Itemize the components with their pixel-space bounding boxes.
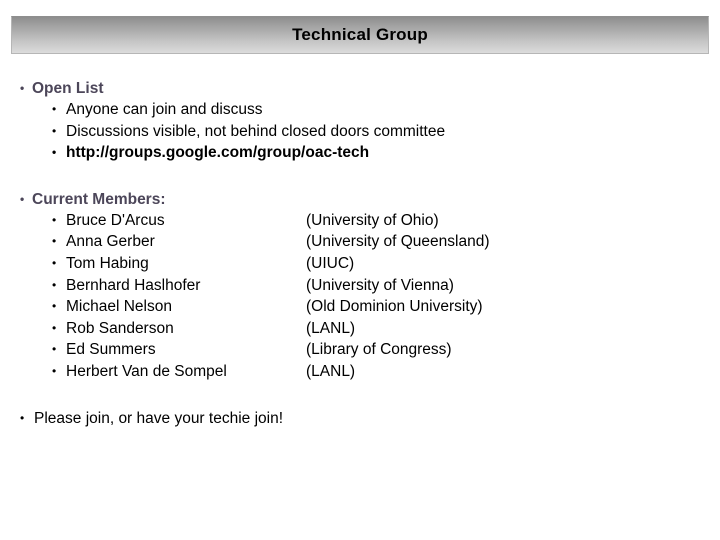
list-item-label: Anyone can join and discuss [66,101,263,118]
member-affiliation: (University of Queensland) [306,233,490,251]
member-name: Rob Sanderson [66,319,174,337]
call-to-action-section: • Please join, or have your techie join! [0,408,720,429]
member-affiliation: (Library of Congress) [306,341,452,359]
bullet-icon: • [52,212,57,227]
bullet-icon: • [52,102,57,116]
member-name: Bruce D'Arcus [66,211,165,229]
member-affiliation: (University of Ohio) [306,211,439,229]
open-list-heading: • Open List [0,78,720,99]
member-row: • Bruce D'Arcus (University of Ohio) [0,210,720,232]
member-row: • Bernhard Haslhofer (University of Vien… [0,275,720,297]
slide-footer: OAC ℹ ➤ ◔ ◑ Interoperable Annotation Rob… [0,462,720,540]
member-name: Herbert Van de Sompel [66,362,227,380]
member-row: • Rob Sanderson (LANL) [0,318,720,340]
member-row: • Herbert Van de Sompel (LANL) [0,361,720,383]
member-affiliation: (Old Dominion University) [306,298,483,316]
open-list-heading-label: Open List [32,80,104,97]
member-name: Tom Habing [66,254,149,272]
member-name: Ed Summers [66,341,156,359]
call-to-action-label: Please join, or have your techie join! [34,409,284,427]
call-to-action: • Please join, or have your techie join! [0,408,720,429]
bullet-icon: • [52,234,57,249]
bullet-icon: • [20,81,25,95]
slide-title-bar: Technical Group [11,16,709,54]
member-name: Anna Gerber [66,233,155,251]
bullet-icon: • [20,191,25,206]
bullet-icon: • [52,342,57,357]
bullet-icon: • [52,363,57,378]
bullet-icon: • [52,145,57,160]
bullet-icon: • [52,299,57,314]
bullet-icon: • [52,320,57,335]
member-row: • Ed Summers (Library of Congress) [0,339,720,361]
bullet-icon: • [52,123,57,138]
bullet-icon: • [52,277,57,292]
member-affiliation: (LANL) [306,319,356,337]
list-item-url[interactable]: • http://groups.google.com/group/oac-tec… [0,142,720,164]
page-title: Technical Group [292,25,428,44]
member-affiliation: (UIUC) [306,254,355,272]
current-members-heading-label: Current Members: [32,190,166,208]
slide-body: • Open List • Anyone can join and discus… [0,78,720,429]
member-affiliation: (University of Vienna) [306,276,454,294]
list-item: • Discussions visible, not behind closed… [0,121,720,143]
current-members-section: • Current Members: • Bruce D'Arcus (Univ… [0,189,720,383]
member-name: Michael Nelson [66,298,172,316]
bullet-icon: • [20,410,25,425]
member-name: Bernhard Haslhofer [66,276,201,294]
open-list-section: • Open List • Anyone can join and discus… [0,78,720,164]
member-row: • Tom Habing (UIUC) [0,253,720,275]
slide-canvas: Technical Group • Open List • Anyone can… [0,0,720,540]
member-affiliation: (LANL) [306,362,356,380]
google-group-url[interactable]: http://groups.google.com/group/oac-tech [66,144,369,161]
bullet-icon: • [52,255,57,270]
member-row: • Michael Nelson (Old Dominion Universit… [0,296,720,318]
list-item: • Anyone can join and discuss [0,99,720,121]
member-row: • Anna Gerber (University of Queensland) [0,231,720,253]
list-item-label: Discussions visible, not behind closed d… [66,122,446,140]
current-members-heading: • Current Members: [0,189,720,210]
